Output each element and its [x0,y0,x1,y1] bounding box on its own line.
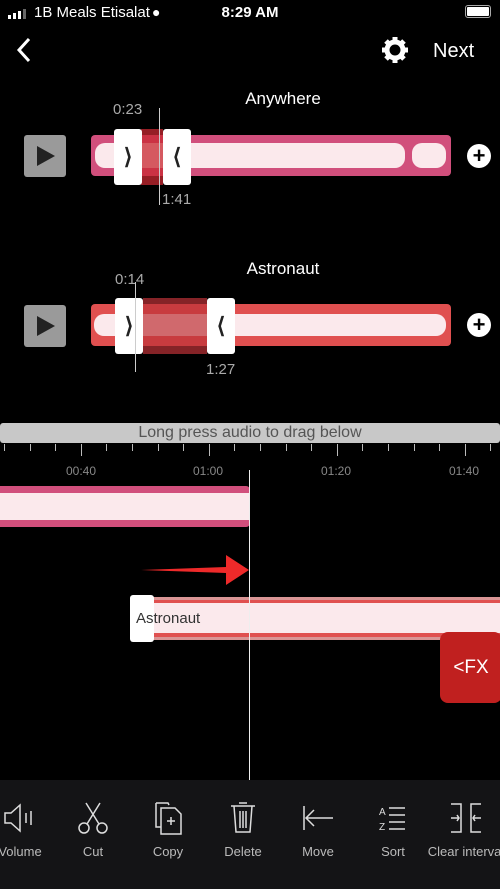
ruler-tick [336,444,338,456]
svg-text:A: A [379,807,386,818]
add-track-button[interactable]: + [467,144,491,168]
ruler-label: 01:00 [192,464,224,478]
copy-button[interactable]: Copy [128,800,208,859]
track-title: Anywhere [245,89,321,108]
add-track-button[interactable]: + [467,313,491,337]
playhead [159,108,160,205]
toolbar-label: Copy [152,844,184,859]
scissors-icon [78,802,108,834]
delete-button[interactable]: Delete [203,800,283,859]
trim-start-handle[interactable]: ⟩ [115,298,143,354]
ruler-tick [4,444,5,451]
back-button[interactable] [14,36,34,70]
toolbar-label: Clear interval [427,844,500,859]
battery-icon [465,5,491,18]
trim-selection [143,298,207,354]
ruler-tick [413,444,415,451]
play-button[interactable] [24,305,66,347]
clear-interval-icon [451,803,481,833]
trim-start-handle[interactable]: ⟩ [114,129,142,185]
play-button[interactable] [24,135,66,177]
drag-hint-bar: Long press audio to drag below [0,423,500,443]
ruler-tick [106,444,108,451]
trim-end-handle[interactable]: ⟨ [207,298,235,354]
toolbar-label: Volume [0,844,42,859]
cut-button[interactable]: Cut [53,800,133,859]
ruler-tick [183,444,185,451]
ruler-label: 00:40 [65,464,97,478]
ruler-tick [29,444,31,451]
move-left-icon [303,806,333,830]
svg-text:Z: Z [379,822,385,833]
ruler-tick [208,444,210,456]
ruler-tick [311,444,313,451]
ruler-tick [362,444,364,451]
ruler-label: 01:20 [320,464,352,478]
clear-interval-button[interactable]: Clear interval [426,800,500,859]
track-title: Astronaut [246,259,320,278]
volume-button[interactable]: Volume [0,800,60,859]
timeline-playhead[interactable] [249,470,250,780]
trim-end-time: 1:41 [162,191,192,208]
ruler-label: 01:40 [448,464,480,478]
ruler-tick [260,444,261,451]
trash-icon [231,802,255,833]
ruler-tick [388,444,389,451]
trim-end-handle[interactable]: ⟨ [163,129,191,185]
ruler-tick [490,444,492,451]
sort-az-icon: AZ [379,807,405,833]
timeline-clip-anywhere[interactable] [0,486,250,527]
fx-button[interactable]: <FX [440,632,500,703]
move-button[interactable]: Move [278,800,358,859]
copy-icon [155,802,182,835]
sort-button[interactable]: AZ Sort [353,800,433,859]
ruler-tick [285,444,287,451]
clip-label: Astronaut [136,610,201,627]
clock: 8:29 AM [221,4,279,21]
toolbar-label: Sort [381,844,405,859]
ruler-tick [464,444,466,456]
ruler-tick [234,444,236,451]
ruler-tick [80,444,82,456]
red-arrow-annotation [141,555,249,585]
toolbar-label: Move [302,844,334,859]
ruler-tick [157,444,159,451]
trim-end-time: 1:27 [206,361,236,378]
next-button[interactable]: Next [433,40,474,63]
gear-icon[interactable] [381,36,409,69]
playhead [135,282,136,372]
trim-start-time: 0:14 [115,271,145,288]
volume-icon [4,803,32,833]
trim-start-time: 0:23 [113,101,143,118]
toolbar-label: Delete [224,844,262,859]
toolbar-label: Cut [82,844,104,859]
ruler-tick [439,444,441,451]
ruler-tick [132,444,133,451]
ruler-tick [55,444,57,451]
